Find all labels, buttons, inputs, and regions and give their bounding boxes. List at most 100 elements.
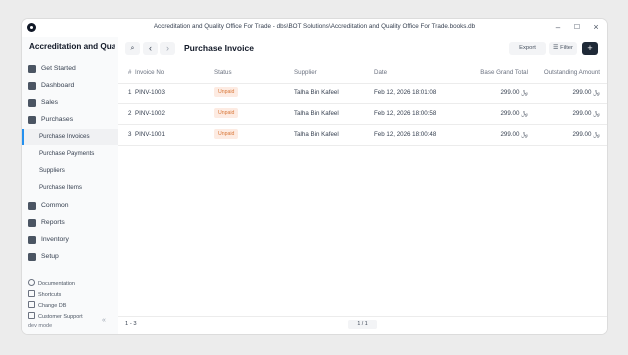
- sidebar-subitem-label: Purchase Invoices: [39, 133, 90, 140]
- status-cell: Unpaid: [214, 83, 239, 103]
- header-status: Status: [214, 69, 232, 76]
- sidebar: Accreditation and Quality Office For Tra…: [22, 37, 119, 334]
- maximize-button[interactable]: ☐: [570, 21, 584, 34]
- sidebar-subitem-purchase-payments[interactable]: Purchase Payments: [22, 146, 118, 162]
- title-bar: Accreditation and Quality Office For Tra…: [22, 19, 607, 38]
- table-row[interactable]: 3 PINV-1001 Unpaid Talha Bin Kafeel Feb …: [118, 125, 607, 146]
- footer-link-documentation[interactable]: Documentation: [28, 279, 75, 289]
- status-badge: Unpaid: [214, 108, 239, 119]
- header-supplier: Supplier: [294, 69, 317, 76]
- outstanding-amount: 299.00 ﷼: [572, 89, 600, 96]
- row-index: 2: [128, 110, 132, 117]
- record-count: 1 - 3: [125, 321, 137, 327]
- supplier-name: Talha Bin Kafeel: [294, 110, 339, 117]
- header-invoice-no: Invoice No: [135, 69, 165, 76]
- sidebar-item-purchases[interactable]: Purchases: [22, 112, 118, 128]
- close-button[interactable]: ×: [589, 21, 603, 34]
- sidebar-item-label: Reports: [41, 219, 65, 226]
- invoice-number: PINV-1001: [135, 131, 165, 138]
- invoice-number: PINV-1003: [135, 89, 165, 96]
- invoice-date: Feb 12, 2026 18:00:58: [374, 110, 437, 117]
- sidebar-item-label: Purchases: [41, 116, 74, 123]
- status-badge: Unpaid: [214, 129, 239, 140]
- keyboard-icon: [28, 290, 35, 297]
- table-header: # Invoice No Status Supplier Date Base G…: [118, 62, 607, 84]
- sidebar-item-sales[interactable]: Sales: [22, 95, 118, 111]
- outstanding-amount: 299.00 ﷼: [572, 131, 600, 138]
- sidebar-item-label: Sales: [41, 99, 59, 106]
- toolbar: ⌕ ‹ › Purchase Invoice Export ☰ Filter +: [118, 37, 607, 62]
- sidebar-item-setup[interactable]: Setup: [22, 249, 118, 265]
- status-cell: Unpaid: [214, 125, 239, 145]
- header-base-grand-total: Base Grand Total: [480, 69, 528, 76]
- invoice-date: Feb 12, 2026 18:01:08: [374, 89, 437, 96]
- common-icon: [28, 202, 36, 210]
- invoice-date: Feb 12, 2026 18:00:48: [374, 131, 437, 138]
- window-title: Accreditation and Quality Office For Tra…: [153, 23, 476, 30]
- header-index: #: [128, 69, 132, 76]
- base-grand-total: 299.00 ﷼: [500, 89, 528, 96]
- status-cell: Unpaid: [214, 104, 239, 124]
- inventory-icon: [28, 236, 36, 244]
- export-button[interactable]: Export: [509, 42, 546, 55]
- sidebar-item-inventory[interactable]: Inventory: [22, 232, 118, 248]
- back-icon[interactable]: ‹: [143, 42, 158, 55]
- sidebar-item-label: Get Started: [41, 65, 76, 72]
- supplier-name: Talha Bin Kafeel: [294, 89, 339, 96]
- footer-link-change-db[interactable]: Change DB: [28, 301, 66, 311]
- main-content: ⌕ ‹ › Purchase Invoice Export ☰ Filter +…: [118, 37, 607, 334]
- sidebar-item-get-started[interactable]: Get Started: [22, 61, 118, 77]
- sidebar-subitem-label: Purchase Payments: [39, 150, 95, 157]
- dashboard-icon: [28, 82, 36, 90]
- collapse-sidebar-icon[interactable]: «: [102, 317, 106, 324]
- purchases-icon: [28, 116, 36, 124]
- header-outstanding-amount: Outstanding Amount: [543, 69, 600, 76]
- supplier-name: Talha Bin Kafeel: [294, 131, 339, 138]
- sidebar-subitem-purchase-items[interactable]: Purchase Items: [22, 180, 118, 196]
- table-row[interactable]: 1 PINV-1003 Unpaid Talha Bin Kafeel Feb …: [118, 83, 607, 104]
- footer-link-label: Documentation: [38, 281, 75, 287]
- add-invoice-button[interactable]: +: [582, 42, 598, 55]
- sidebar-item-label: Dashboard: [41, 82, 75, 89]
- sidebar-subitem-label: Purchase Items: [39, 184, 82, 191]
- dev-mode-label: dev mode: [28, 323, 53, 329]
- minimize-button[interactable]: –: [551, 21, 565, 34]
- footer-link-customer-support[interactable]: Customer Support: [28, 312, 83, 322]
- help-icon: [28, 279, 35, 286]
- footer-link-label: Shortcuts: [38, 292, 62, 298]
- table-row[interactable]: 2 PINV-1002 Unpaid Talha Bin Kafeel Feb …: [118, 104, 607, 125]
- footer-link-label: Change DB: [38, 303, 67, 309]
- filter-button-label: Filter: [560, 45, 573, 51]
- search-icon[interactable]: ⌕: [125, 42, 140, 55]
- base-grand-total: 299.00 ﷼: [500, 131, 528, 138]
- page-indicator[interactable]: 1 / 1: [348, 320, 377, 329]
- row-index: 1: [128, 89, 132, 96]
- setup-icon: [28, 253, 36, 261]
- forward-icon[interactable]: ›: [160, 42, 175, 55]
- database-icon: [28, 301, 35, 308]
- screen-background: Accreditation and Quality Office For Tra…: [0, 0, 628, 355]
- sidebar-item-dashboard[interactable]: Dashboard: [22, 78, 118, 94]
- footer-link-shortcuts[interactable]: Shortcuts: [28, 290, 61, 300]
- app-window: Accreditation and Quality Office For Tra…: [22, 19, 607, 334]
- header-date: Date: [374, 69, 388, 76]
- filter-button[interactable]: ☰ Filter: [549, 42, 577, 55]
- status-badge: Unpaid: [214, 87, 239, 98]
- sales-icon: [28, 99, 36, 107]
- list-status-bar: 1 - 3 1 / 1: [118, 316, 607, 334]
- sidebar-subitem-suppliers[interactable]: Suppliers: [22, 163, 118, 179]
- company-name: Accreditation and Quality Office For Tra…: [29, 42, 115, 51]
- rocket-icon: [28, 65, 36, 73]
- sidebar-item-label: Common: [41, 202, 69, 209]
- sidebar-item-common[interactable]: Common: [22, 198, 118, 214]
- sidebar-item-label: Setup: [41, 253, 59, 260]
- sidebar-subitem-purchase-invoices[interactable]: Purchase Invoices: [22, 129, 118, 145]
- sidebar-subitem-label: Suppliers: [39, 167, 65, 174]
- page-title: Purchase Invoice: [184, 43, 254, 53]
- sidebar-item-reports[interactable]: Reports: [22, 215, 118, 231]
- base-grand-total: 299.00 ﷼: [500, 110, 528, 117]
- outstanding-amount: 299.00 ﷼: [572, 110, 600, 117]
- reports-icon: [28, 219, 36, 227]
- invoice-number: PINV-1002: [135, 110, 165, 117]
- row-index: 3: [128, 131, 132, 138]
